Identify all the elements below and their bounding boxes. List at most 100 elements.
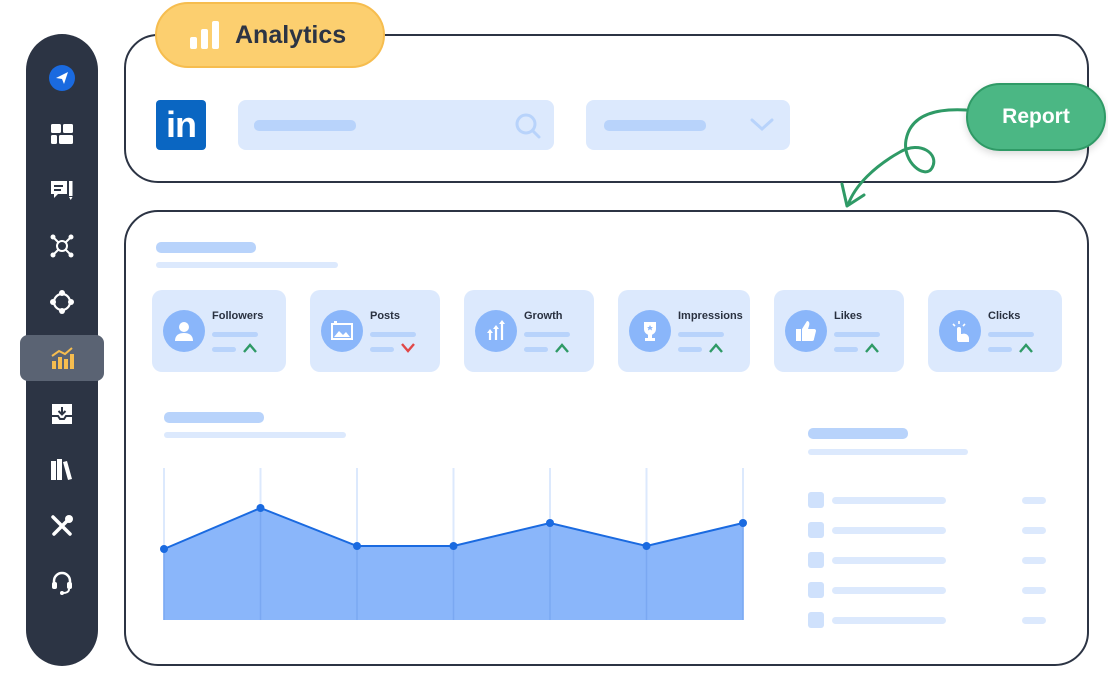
user-icon	[175, 322, 193, 341]
area-chart	[160, 468, 747, 620]
metric-value-placeholder	[370, 332, 416, 337]
inbox-download-icon	[52, 404, 72, 424]
metric-icon-circle	[939, 310, 981, 352]
network-icon	[50, 234, 74, 258]
metric-icon-circle	[785, 310, 827, 352]
legend-subtitle-placeholder	[808, 449, 968, 455]
trend-down-icon	[401, 343, 415, 353]
metric-label: Followers	[212, 310, 264, 322]
legend-value-placeholder	[1022, 617, 1046, 624]
sidebar-item-tools[interactable]	[26, 503, 98, 549]
sidebar-item-cycle[interactable]	[26, 279, 98, 325]
legend-value-placeholder	[1022, 557, 1046, 564]
metric-label: Clicks	[988, 310, 1021, 322]
legend-label-placeholder	[832, 617, 946, 624]
metric-change-placeholder	[988, 347, 1012, 352]
section-title-placeholder	[156, 242, 256, 253]
sidebar-item-dashboard[interactable]	[26, 111, 98, 157]
legend-swatch	[808, 492, 824, 508]
sidebar-item-library[interactable]	[26, 447, 98, 493]
legend-label-placeholder	[832, 587, 946, 594]
dashboard-icon	[51, 124, 73, 144]
trend-up-icon	[1019, 343, 1033, 353]
metric-card-clicks[interactable]: Clicks	[928, 290, 1062, 372]
analytics-tag: Analytics	[155, 2, 385, 68]
linkedin-logo: in	[156, 100, 206, 150]
metric-label: Impressions	[678, 310, 743, 322]
sidebar-item-network[interactable]	[26, 223, 98, 269]
growth-arrows-icon	[487, 320, 505, 340]
data-point	[256, 504, 265, 512]
metric-card-impressions[interactable]: Impressions	[618, 290, 750, 372]
cycle-icon	[50, 290, 74, 314]
sidebar-item-message-edit[interactable]	[26, 167, 98, 213]
report-button[interactable]: Report	[966, 83, 1106, 151]
message-edit-icon	[51, 181, 73, 200]
metric-change-placeholder	[212, 347, 236, 352]
trophy-icon	[644, 322, 656, 341]
legend-value-placeholder	[1022, 527, 1046, 534]
legend-value-placeholder	[1022, 497, 1046, 504]
metric-value-placeholder	[212, 332, 258, 337]
metric-icon-circle	[163, 310, 205, 352]
headset-icon	[52, 571, 72, 595]
trend-up-icon	[555, 343, 569, 353]
legend-swatch	[808, 612, 824, 628]
analytics-icon	[51, 347, 74, 369]
legend-swatch	[808, 522, 824, 538]
metric-card-growth[interactable]: Growth	[464, 290, 594, 372]
chart-subtitle-placeholder	[164, 432, 346, 438]
metric-card-followers[interactable]: Followers	[152, 290, 286, 372]
metric-value-placeholder	[678, 332, 724, 337]
metric-label: Likes	[834, 310, 863, 322]
legend-label-placeholder	[832, 557, 946, 564]
metric-value-placeholder	[524, 332, 570, 337]
bar-chart-icon	[190, 21, 219, 49]
legend-label-placeholder	[832, 527, 946, 534]
curved-arrow-icon	[840, 108, 968, 208]
library-icon	[51, 459, 72, 480]
metric-icon-circle	[321, 310, 363, 352]
data-point	[353, 542, 361, 550]
sidebar-item-paper-plane[interactable]	[26, 55, 98, 101]
sidebar-item-inbox-download[interactable]	[26, 391, 98, 437]
trend-up-icon	[243, 343, 257, 353]
legend-value-placeholder	[1022, 587, 1046, 594]
legend-label-placeholder	[832, 497, 946, 504]
sidebar-item-headset[interactable]	[26, 559, 98, 605]
metric-change-placeholder	[370, 347, 394, 352]
metric-card-posts[interactable]: Posts	[310, 290, 440, 372]
paper-plane-icon	[49, 65, 75, 91]
thumbs-up-icon	[796, 321, 816, 341]
data-point	[739, 519, 747, 527]
data-point	[160, 545, 168, 553]
metric-value-placeholder	[988, 332, 1034, 337]
section-subtitle-placeholder	[156, 262, 338, 268]
metric-icon-circle	[475, 310, 517, 352]
data-point	[546, 519, 554, 527]
image-icon	[331, 321, 353, 340]
chart-title-placeholder	[164, 412, 264, 423]
metric-label: Posts	[370, 310, 400, 322]
metric-icon-circle	[629, 310, 671, 352]
trend-up-icon	[709, 343, 723, 353]
metric-change-placeholder	[678, 347, 702, 352]
legend-swatch	[808, 552, 824, 568]
legend-title-placeholder	[808, 428, 908, 439]
metric-card-likes[interactable]: Likes	[774, 290, 904, 372]
trend-up-icon	[865, 343, 879, 353]
metric-value-placeholder	[834, 332, 880, 337]
metric-label: Growth	[524, 310, 563, 322]
sidebar-item-analytics[interactable]	[20, 335, 104, 381]
metric-change-placeholder	[524, 347, 548, 352]
filter-select[interactable]	[586, 100, 790, 150]
tools-icon	[51, 515, 73, 536]
sidebar	[20, 34, 104, 666]
metric-change-placeholder	[834, 347, 858, 352]
chevron-down-icon[interactable]	[750, 116, 774, 134]
search-icon[interactable]	[514, 112, 542, 140]
data-point	[449, 542, 458, 550]
tap-icon	[952, 321, 969, 342]
data-point	[642, 542, 651, 550]
search-input[interactable]	[238, 100, 554, 150]
